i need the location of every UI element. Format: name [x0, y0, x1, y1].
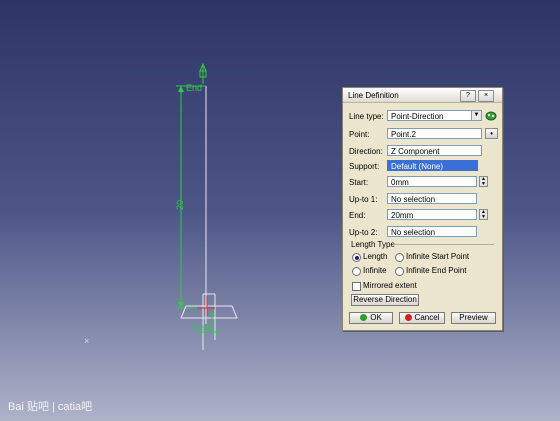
point-field[interactable]: Point.2 [387, 128, 482, 139]
preview-button[interactable]: Preview [451, 312, 496, 324]
dialog-title: Line Definition [348, 91, 399, 100]
line-definition-dialog: Line Definition ? × Line type: Point-Dir… [342, 87, 503, 331]
radio-infinite-start-point[interactable] [395, 253, 404, 262]
end-label: End [186, 83, 202, 93]
mirrored-extent-label: Mirrored extent [363, 281, 417, 290]
dialog-titlebar[interactable]: Line Definition ? × [343, 88, 502, 103]
cancel-icon [404, 314, 412, 321]
support-field[interactable]: Default (None) [387, 160, 478, 171]
end-arrow-manipulator[interactable] [199, 62, 207, 84]
line-type-value: Point-Direction [391, 112, 444, 121]
radio-infinite-label: Infinite [363, 266, 387, 275]
close-button[interactable]: × [478, 90, 494, 102]
cancel-button-label: Cancel [414, 313, 440, 322]
compass-mark: × [84, 336, 89, 346]
ok-button-label: OK [370, 313, 382, 322]
chevron-down-icon: ▼ [471, 111, 481, 120]
support-label: Support: [349, 162, 380, 171]
cancel-button[interactable]: Cancel [399, 312, 445, 324]
radio-infinite-start-point-label: Infinite Start Point [406, 252, 470, 261]
watermark: Bai 贴吧 | catia吧 [8, 401, 93, 413]
end-label: End: [349, 211, 366, 220]
start-label: Start: [349, 178, 369, 187]
group-divider [393, 244, 494, 245]
radio-infinite[interactable] [352, 267, 361, 276]
length-dimension[interactable]: 20 [175, 85, 206, 309]
ok-button[interactable]: OK [349, 312, 393, 324]
ok-icon [360, 314, 368, 321]
start-field[interactable]: 0mm [387, 176, 477, 187]
up-to-1-field[interactable]: No selection [387, 193, 477, 204]
end-spinner[interactable]: ▲ ▼ [479, 209, 488, 220]
length-type-label: Length Type [351, 240, 395, 249]
radio-length-label: Length [363, 252, 388, 261]
point-contextual-button[interactable]: • [485, 128, 498, 139]
radio-infinite-end-point[interactable] [395, 267, 404, 276]
up-to-2-field[interactable]: No selection [387, 226, 477, 237]
reverse-direction-button[interactable]: Reverse Direction [351, 294, 419, 306]
line-type-label: Line type: [349, 112, 384, 121]
help-button[interactable]: ? [460, 90, 476, 102]
radio-length[interactable] [352, 253, 361, 262]
line-type-options-icon[interactable] [485, 110, 497, 121]
up-to-1-label: Up-to 1: [349, 195, 378, 204]
start-spinner[interactable]: ▲ ▼ [479, 176, 488, 187]
direction-label: Direction: [349, 147, 383, 156]
direction-field[interactable]: Z Component [387, 145, 482, 156]
radio-infinite-end-point-label: Infinite End Point [406, 266, 467, 275]
mirrored-extent-checkbox[interactable] [352, 282, 361, 291]
dimension-value: 20 [175, 200, 185, 210]
end-field[interactable]: 20mm [387, 209, 477, 220]
up-to-2-label: Up-to 2: [349, 228, 378, 237]
line-type-select[interactable]: Point-Direction ▼ [387, 110, 482, 121]
axis-compass [180, 293, 238, 350]
start-label: Start [193, 323, 211, 332]
point-label: Point: [349, 130, 370, 139]
